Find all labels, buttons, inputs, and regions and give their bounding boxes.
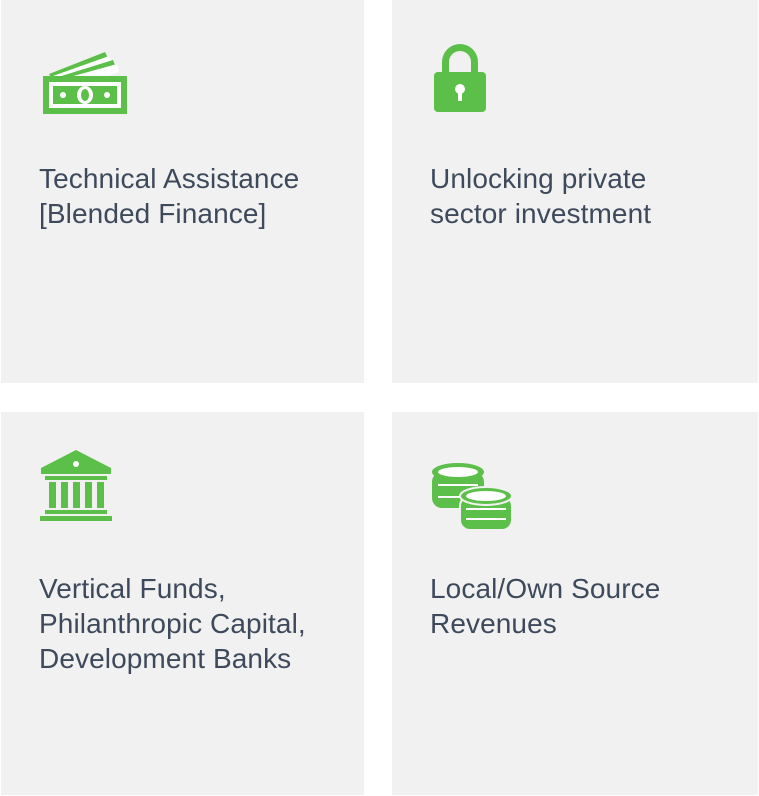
card-label: Local/Own Source Revenues bbox=[430, 571, 660, 641]
coin-stacks-icon bbox=[430, 462, 514, 539]
card-label-line: Vertical Funds, bbox=[39, 573, 226, 604]
bank-building-icon bbox=[39, 450, 113, 527]
card-label-line: Philanthropic Capital, bbox=[39, 608, 306, 639]
card-label: Technical Assistance [Blended Finance] bbox=[39, 161, 299, 231]
funding-sources-grid: Technical Assistance [Blended Finance] U… bbox=[0, 0, 759, 796]
card-unlocking-private-investment[interactable]: Unlocking private sector investment bbox=[392, 0, 758, 383]
card-label-line: Local/Own Source bbox=[430, 573, 661, 604]
card-label: Unlocking private sector investment bbox=[430, 161, 651, 231]
card-label-line: Unlocking private bbox=[430, 163, 647, 194]
card-technical-assistance[interactable]: Technical Assistance [Blended Finance] bbox=[1, 0, 364, 383]
card-label-line: Revenues bbox=[430, 608, 557, 639]
card-vertical-funds[interactable]: Vertical Funds, Philanthropic Capital, D… bbox=[1, 412, 364, 795]
card-label-line: [Blended Finance] bbox=[39, 198, 267, 229]
money-bills-icon bbox=[39, 46, 131, 121]
card-label-line: sector investment bbox=[430, 198, 652, 229]
card-local-own-source-revenues[interactable]: Local/Own Source Revenues bbox=[392, 412, 758, 795]
card-label-line: Technical Assistance bbox=[39, 163, 300, 194]
padlock-icon bbox=[430, 42, 490, 119]
card-label-line: Development Banks bbox=[39, 643, 292, 674]
card-label: Vertical Funds, Philanthropic Capital, D… bbox=[39, 571, 306, 676]
